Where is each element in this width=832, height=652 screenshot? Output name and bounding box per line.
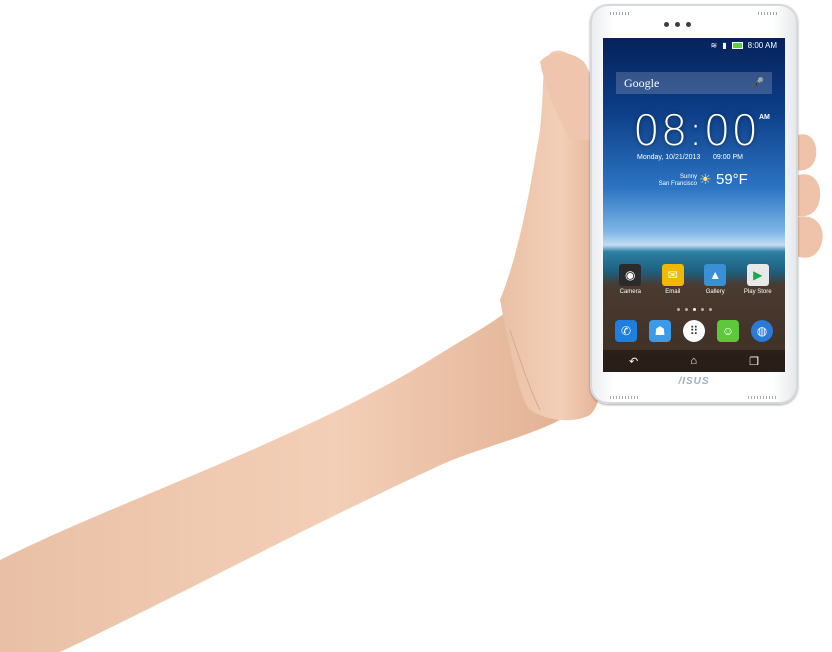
app-label: Play Store xyxy=(743,289,772,295)
sun-icon: ☀ xyxy=(699,171,712,187)
gallery-icon: ▲ xyxy=(704,264,727,286)
play-store-icon: ▶ xyxy=(746,264,769,286)
camera-icon: ◉ xyxy=(619,264,642,286)
wifi-icon: ≋ xyxy=(710,40,718,50)
speaker-grille-top-left xyxy=(610,12,630,15)
all-apps-icon[interactable]: ⠿ xyxy=(683,320,705,342)
back-icon[interactable]: ↶ xyxy=(629,355,638,368)
google-search-bar[interactable]: Google 🎤 xyxy=(616,72,772,94)
clock-date: Monday, 10/21/2013 xyxy=(637,154,701,161)
app-label: Camera xyxy=(619,289,641,295)
home-screen: ≋ ▮ 8:00 AM Google 🎤 08:00 AM Monday, 10… xyxy=(603,38,785,372)
app-camera[interactable]: ◉ Camera xyxy=(611,264,649,295)
dock: ✆ ☗ ⠿ ☺ ◍ xyxy=(609,320,779,342)
status-bar: ≋ ▮ 8:00 AM xyxy=(603,38,785,52)
mic-icon[interactable]: 🎤 xyxy=(752,78,764,89)
smartphone: ≋ ▮ 8:00 AM Google 🎤 08:00 AM Monday, 10… xyxy=(590,4,798,404)
battery-icon xyxy=(731,41,743,49)
browser-icon[interactable]: ◍ xyxy=(751,320,773,342)
app-label: Email xyxy=(665,289,681,295)
messaging-icon[interactable]: ☺ xyxy=(717,320,739,342)
weather-temperature: 59°F xyxy=(716,171,748,188)
phone-icon[interactable]: ✆ xyxy=(615,320,637,342)
brand-logo: /ISUS xyxy=(678,376,710,387)
app-play-store[interactable]: ▶ Play Store xyxy=(739,264,777,295)
speaker-grille-bottom-left xyxy=(610,396,640,399)
app-gallery[interactable]: ▲ Gallery xyxy=(696,264,734,295)
app-email[interactable]: ✉ Email xyxy=(654,264,692,295)
speaker-grille-top-right xyxy=(758,12,778,15)
email-icon: ✉ xyxy=(661,264,684,286)
front-sensors xyxy=(664,22,691,27)
clock-widget-time[interactable]: 08:00 xyxy=(633,106,759,155)
signal-icon: ▮ xyxy=(722,40,727,50)
app-label: Gallery xyxy=(705,289,725,295)
page-indicator xyxy=(603,308,785,311)
speaker-grille-bottom-right xyxy=(748,396,778,399)
contacts-icon[interactable]: ☗ xyxy=(649,320,671,342)
recent-apps-icon[interactable]: ❐ xyxy=(749,355,759,368)
app-row: ◉ Camera ✉ Email ▲ Gallery ▶ Play Store xyxy=(609,264,779,295)
weather-location[interactable]: Sunny San Francisco xyxy=(637,174,697,188)
clock-ampm: AM xyxy=(759,114,770,121)
navigation-bar: ↶ ⌂ ❐ xyxy=(603,350,785,372)
status-time: 8:00 AM xyxy=(747,40,777,50)
alarm-time: 09:00 PM xyxy=(713,154,743,161)
weather-city: San Francisco xyxy=(658,181,697,187)
search-label: Google xyxy=(624,75,660,90)
weather-condition: Sunny xyxy=(679,174,697,180)
home-icon[interactable]: ⌂ xyxy=(690,355,697,367)
